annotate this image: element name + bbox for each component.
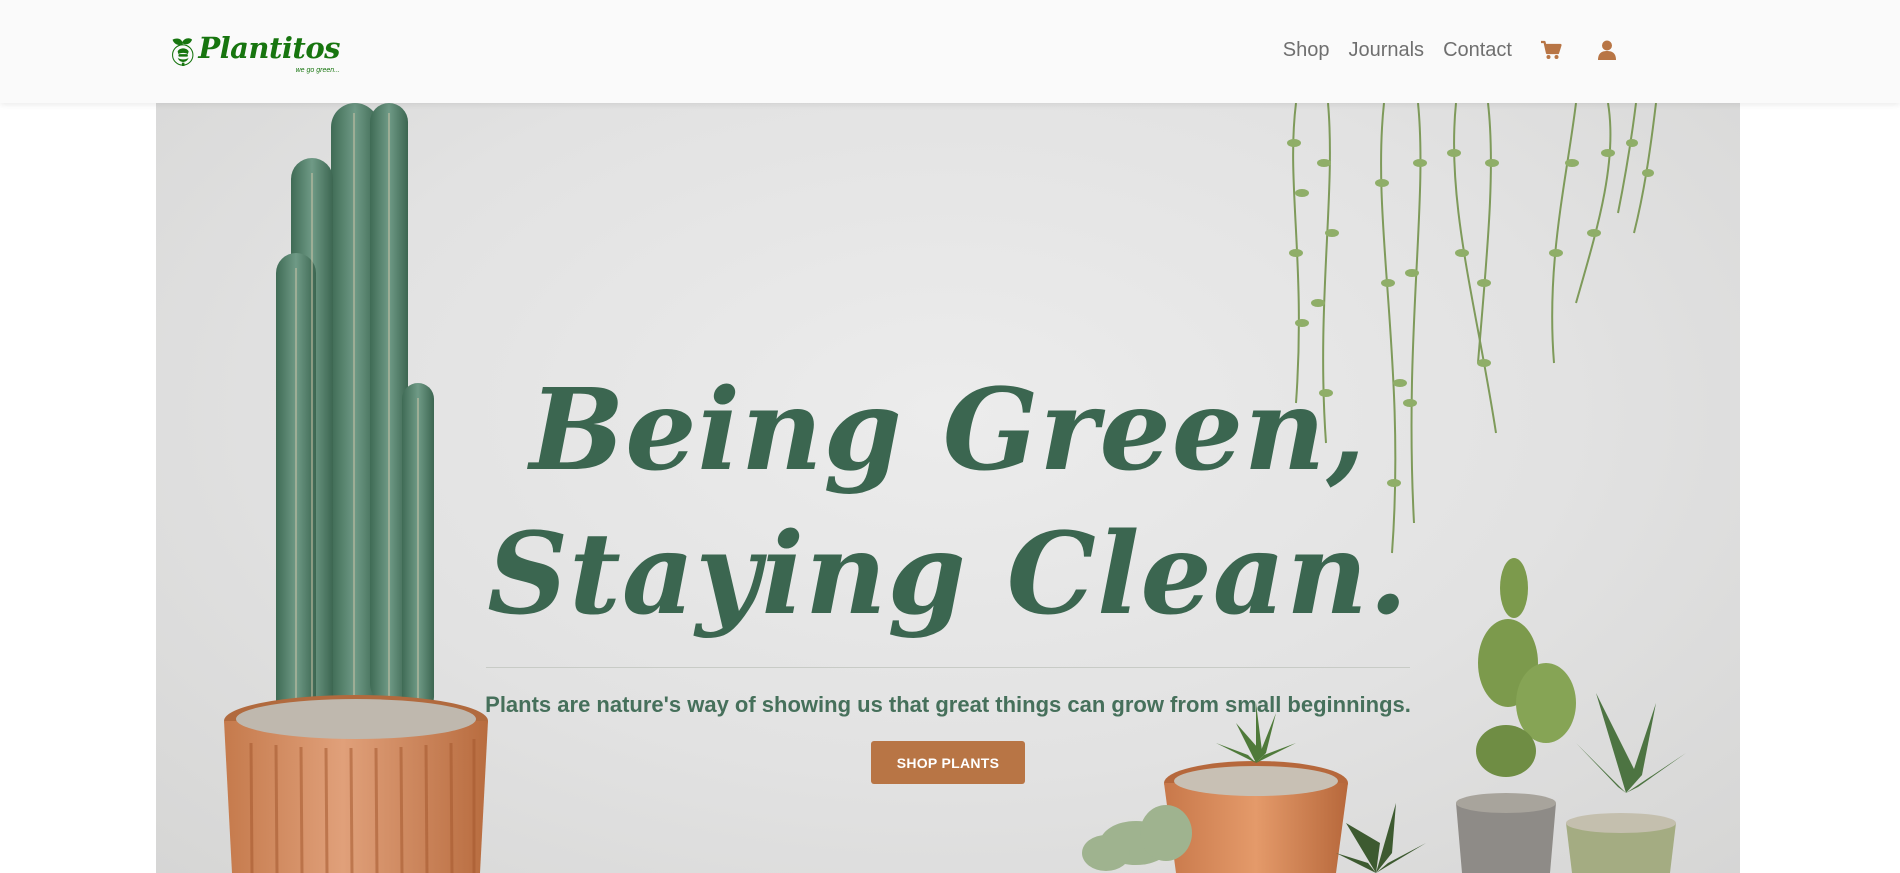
hero-banner: Being Green, Staying Clean. Plants are n… xyxy=(156,103,1740,873)
brand-name: Plantitos xyxy=(198,30,340,65)
hero-content: Being Green, Staying Clean. Plants are n… xyxy=(156,103,1740,873)
logo-mascot-icon xyxy=(172,38,194,67)
nav-link-shop[interactable]: Shop xyxy=(1283,39,1330,62)
hero-divider xyxy=(486,667,1410,668)
brand-logo[interactable]: Plantitos we go green... xyxy=(170,16,340,88)
top-navbar: Plantitos we go green... Shop Journals C… xyxy=(0,0,1900,103)
main-nav: Shop Journals Contact xyxy=(1264,0,1616,100)
shopping-cart-icon[interactable] xyxy=(1540,40,1562,60)
nav-link-journals[interactable]: Journals xyxy=(1348,39,1424,62)
brand-tagline: we go green... xyxy=(295,66,340,74)
shop-plants-button[interactable]: SHOP PLANTS xyxy=(871,741,1025,784)
user-icon[interactable] xyxy=(1598,40,1616,60)
hero-title-line1: Being Green, xyxy=(529,365,1367,496)
nav-link-contact[interactable]: Contact xyxy=(1443,39,1512,62)
hero-subtitle: Plants are nature's way of showing us th… xyxy=(485,692,1411,717)
hero-title-line2: Staying Clean. xyxy=(487,509,1409,640)
